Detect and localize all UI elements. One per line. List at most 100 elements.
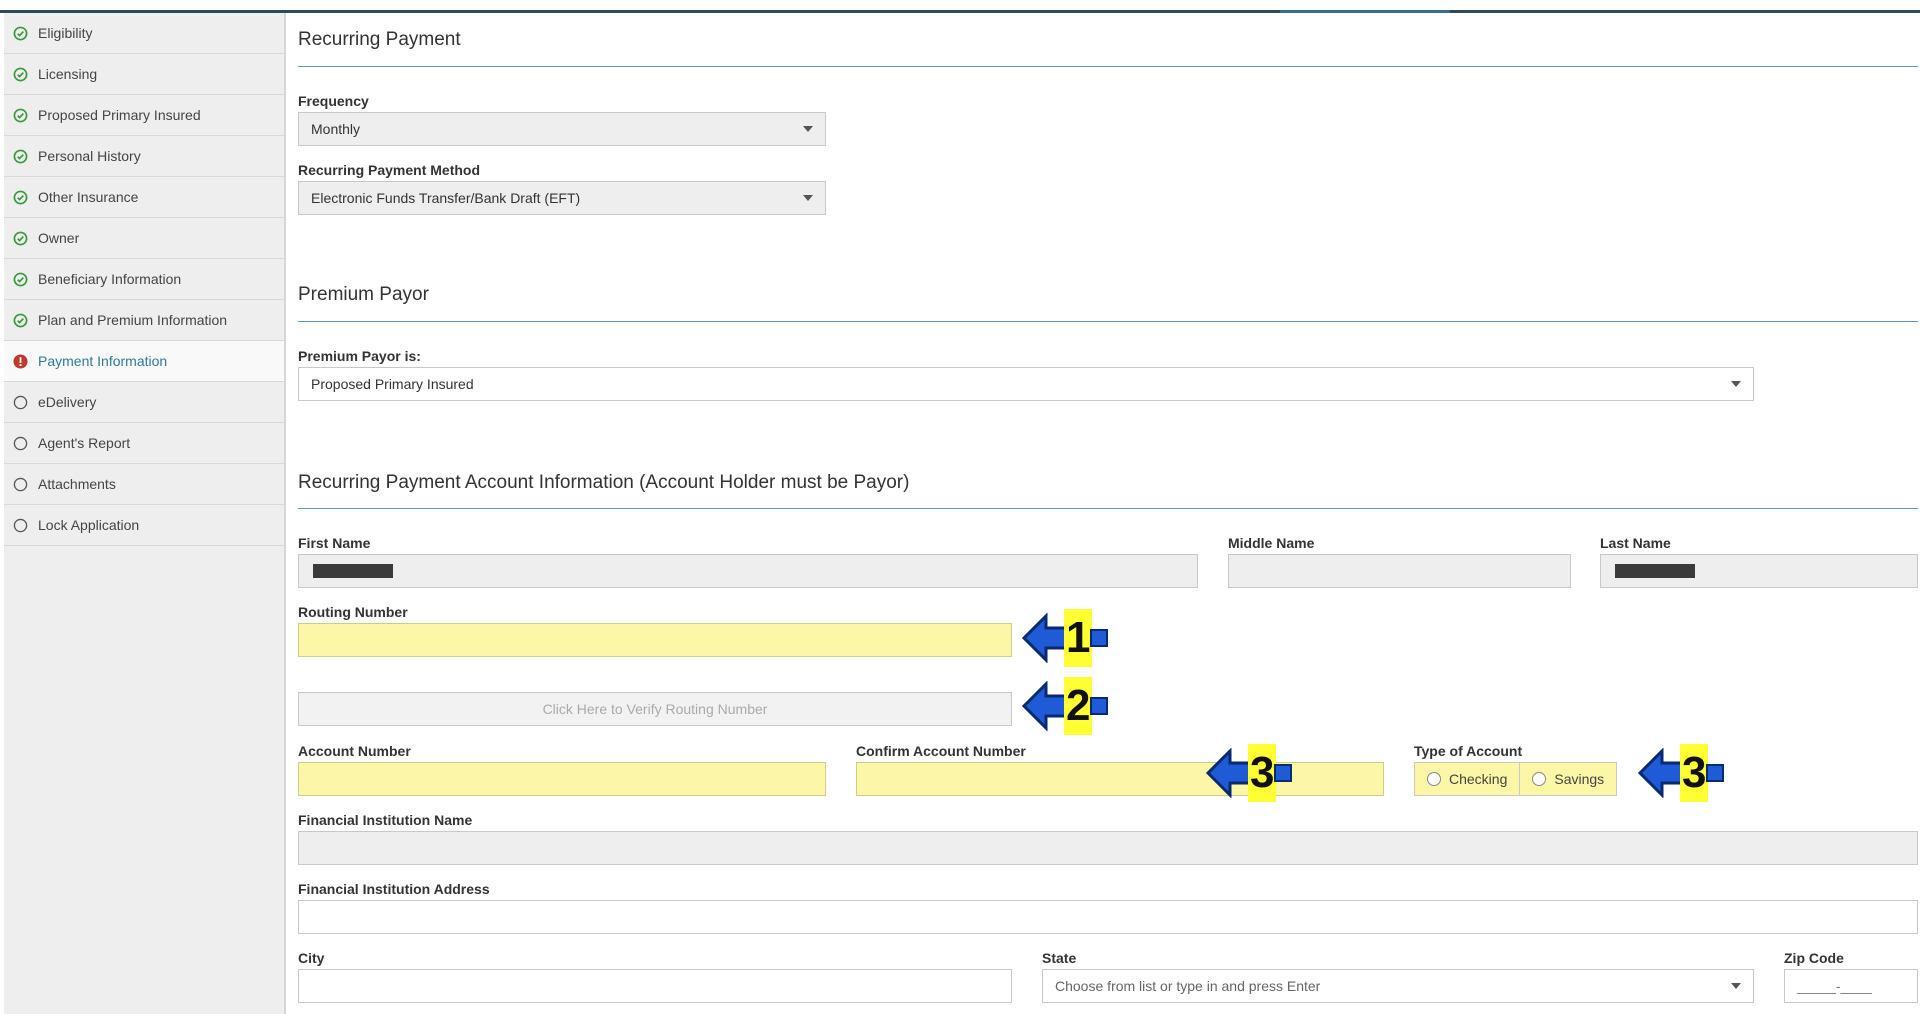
- zip-code-input[interactable]: _____-____: [1784, 969, 1918, 1003]
- sidebar-item-label: eDelivery: [38, 394, 97, 410]
- premium-payor-value: Proposed Primary Insured: [311, 376, 474, 392]
- section-divider: [298, 321, 1918, 322]
- check-circle-icon: [12, 230, 28, 246]
- radio-circle-icon: [1427, 772, 1441, 786]
- middle-name-field[interactable]: [1228, 554, 1571, 588]
- radio-circle-icon: [1532, 772, 1547, 786]
- city-input[interactable]: [298, 969, 1012, 1003]
- sidebar-item-label: Agent's Report: [38, 435, 131, 451]
- annotation-arrow-2: 2: [1022, 677, 1109, 735]
- chevron-down-icon: [1731, 381, 1741, 387]
- account-type-label: Type of Account: [1414, 743, 1523, 759]
- recurring-payment-title: Recurring Payment: [298, 29, 461, 50]
- sidebar-item-label: Beneficiary Information: [38, 271, 182, 287]
- payment-method-select[interactable]: Electronic Funds Transfer/Bank Draft (EF…: [298, 181, 826, 215]
- chevron-down-icon: [1731, 983, 1741, 989]
- annotation-number: 2: [1064, 677, 1093, 735]
- confirm-account-number-label: Confirm Account Number: [856, 743, 1026, 759]
- section-divider: [298, 508, 1918, 509]
- annotation-number: 3: [1248, 744, 1277, 802]
- sidebar-nav: Eligibility Licensing Proposed Primary I…: [4, 13, 286, 1014]
- annotation-tail: [1090, 697, 1109, 715]
- checking-radio[interactable]: Checking: [1414, 762, 1521, 796]
- sidebar-item-owner[interactable]: Owner: [4, 218, 284, 259]
- sidebar-item-label: Lock Application: [38, 517, 140, 533]
- sidebar-item-label: Proposed Primary Insured: [38, 107, 201, 123]
- confirm-account-number-input[interactable]: [856, 762, 1384, 796]
- sidebar-item-licensing[interactable]: Licensing: [4, 54, 284, 95]
- annotation-tail: [1090, 629, 1109, 647]
- account-number-input[interactable]: [298, 762, 826, 796]
- sidebar-item-eligibility[interactable]: Eligibility: [4, 13, 284, 54]
- sidebar-item-label: Payment Information: [38, 353, 168, 369]
- account-number-label: Account Number: [298, 743, 411, 759]
- payment-method-value: Electronic Funds Transfer/Bank Draft (EF…: [311, 190, 581, 206]
- savings-radio[interactable]: Savings: [1520, 762, 1618, 796]
- frequency-value: Monthly: [311, 121, 361, 137]
- check-circle-icon: [12, 271, 28, 287]
- routing-number-input[interactable]: [298, 623, 1012, 657]
- annotation-tail: [1274, 764, 1293, 782]
- sidebar-item-agents-report[interactable]: Agent's Report: [4, 423, 284, 464]
- arrow-left-icon: [1206, 748, 1252, 798]
- sidebar-item-label: Plan and Premium Information: [38, 312, 228, 328]
- account-type-radio-group: Checking Savings: [1414, 762, 1618, 796]
- premium-payor-title: Premium Payor: [298, 284, 429, 305]
- arrow-left-icon: [1022, 681, 1068, 731]
- sidebar-item-lock-application[interactable]: Lock Application: [4, 505, 284, 546]
- premium-payor-label: Premium Payor is:: [298, 348, 421, 364]
- check-circle-icon: [12, 148, 28, 164]
- sidebar-item-proposed-primary-insured[interactable]: Proposed Primary Insured: [4, 95, 284, 136]
- sidebar-item-label: Owner: [38, 230, 80, 246]
- check-circle-icon: [12, 312, 28, 328]
- sidebar-item-label: Other Insurance: [38, 189, 139, 205]
- sidebar-item-label: Eligibility: [38, 25, 93, 41]
- annotation-arrow-1: 1: [1022, 609, 1109, 667]
- last-name-field[interactable]: [1600, 554, 1918, 588]
- state-select[interactable]: Choose from list or type in and press En…: [1042, 969, 1754, 1003]
- last-name-label: Last Name: [1600, 535, 1671, 551]
- financial-institution-address-label: Financial Institution Address: [298, 881, 490, 897]
- routing-number-label: Routing Number: [298, 604, 408, 620]
- empty-circle-icon: [12, 476, 28, 492]
- redacted-value: [1615, 564, 1695, 578]
- error-alert-icon: [12, 353, 28, 369]
- sidebar-item-personal-history[interactable]: Personal History: [4, 136, 284, 177]
- sidebar-item-label: Licensing: [38, 66, 98, 82]
- financial-institution-name-label: Financial Institution Name: [298, 812, 473, 828]
- chevron-down-icon: [803, 126, 813, 132]
- chevron-down-icon: [803, 195, 813, 201]
- checking-label: Checking: [1449, 771, 1508, 787]
- zip-placeholder: _____-____: [1797, 978, 1872, 994]
- check-circle-icon: [12, 189, 28, 205]
- arrow-left-icon: [1022, 613, 1068, 663]
- sidebar-item-attachments[interactable]: Attachments: [4, 464, 284, 505]
- sidebar-item-edelivery[interactable]: eDelivery: [4, 382, 284, 423]
- state-label: State: [1042, 950, 1077, 966]
- account-info-title: Recurring Payment Account Information (A…: [298, 472, 910, 493]
- financial-institution-name-field[interactable]: [298, 831, 1918, 865]
- sidebar-item-payment-information[interactable]: Payment Information: [4, 341, 284, 382]
- zip-code-label: Zip Code: [1784, 950, 1844, 966]
- empty-circle-icon: [12, 517, 28, 533]
- premium-payor-select[interactable]: Proposed Primary Insured: [298, 367, 1754, 401]
- redacted-value: [313, 564, 393, 578]
- sidebar-item-other-insurance[interactable]: Other Insurance: [4, 177, 284, 218]
- top-bar-active-indicator: [1280, 0, 1450, 13]
- first-name-field[interactable]: [298, 554, 1198, 588]
- middle-name-label: Middle Name: [1228, 535, 1315, 551]
- frequency-select[interactable]: Monthly: [298, 112, 826, 146]
- sidebar-item-beneficiary-information[interactable]: Beneficiary Information: [4, 259, 284, 300]
- verify-routing-button[interactable]: Click Here to Verify Routing Number: [298, 692, 1012, 726]
- check-circle-icon: [12, 25, 28, 41]
- sidebar-item-label: Personal History: [38, 148, 141, 164]
- arrow-left-icon: [1638, 748, 1684, 798]
- city-label: City: [298, 950, 325, 966]
- savings-label: Savings: [1554, 771, 1605, 787]
- annotation-arrow-3a: 3: [1206, 744, 1293, 802]
- first-name-label: First Name: [298, 535, 371, 551]
- sidebar-item-plan-and-premium-information[interactable]: Plan and Premium Information: [4, 300, 284, 341]
- section-divider: [298, 66, 1918, 67]
- financial-institution-address-input[interactable]: [298, 900, 1918, 934]
- top-bar: [0, 0, 1920, 13]
